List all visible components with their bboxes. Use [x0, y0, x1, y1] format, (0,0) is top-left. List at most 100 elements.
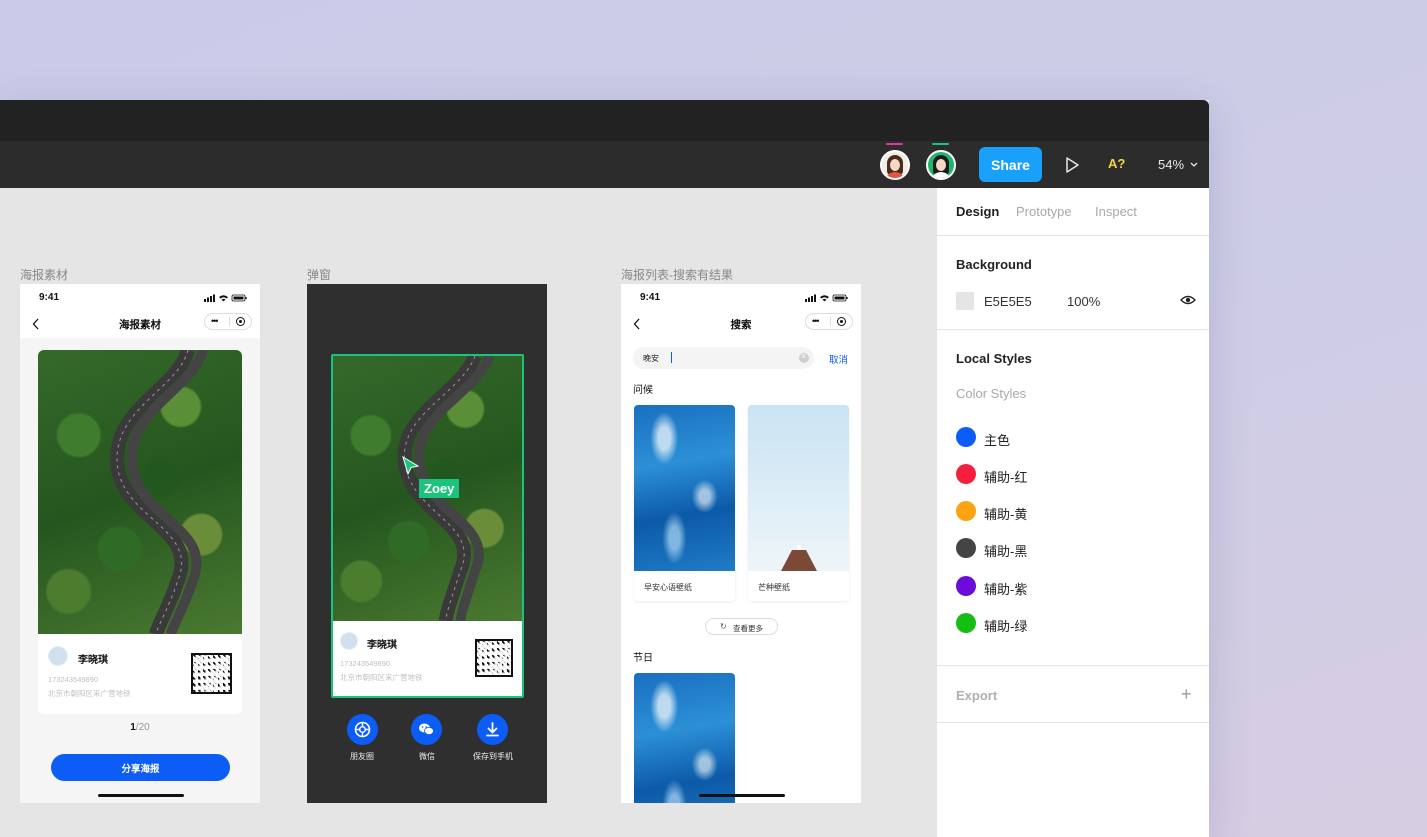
- background-section-title: Background: [956, 257, 1032, 272]
- eye-icon[interactable]: [1180, 294, 1196, 306]
- pager: 1/20: [20, 722, 260, 733]
- signal-wifi-battery-icon: [204, 294, 247, 302]
- color-style-label: 辅助-黑: [984, 544, 1028, 559]
- export-section-title[interactable]: Export: [956, 688, 997, 703]
- color-swatch: [956, 464, 976, 484]
- moments-label: 朋友圈: [350, 752, 374, 761]
- color-style-label: 主色: [984, 433, 1011, 448]
- more-icon[interactable]: •••: [211, 316, 219, 326]
- forest-road-image: [38, 350, 242, 634]
- search-value: 晚安: [643, 354, 659, 363]
- frame-popup[interactable]: 李晓琪 173243549890 北京市朝阳区来广营地铁 Zoey 朋友圈 微信…: [307, 284, 547, 803]
- qr-code: [191, 653, 232, 694]
- play-icon[interactable]: [1064, 156, 1080, 174]
- nav-bar: 搜索 •••: [621, 310, 861, 338]
- wechat-label: 微信: [419, 752, 435, 761]
- moments-icon[interactable]: [347, 714, 378, 745]
- pager-total: /20: [135, 722, 150, 733]
- add-export-icon[interactable]: +: [1181, 685, 1192, 703]
- clear-icon[interactable]: [799, 351, 809, 363]
- divider: [937, 329, 1209, 330]
- canvas[interactable]: 海报素材 9:41 海报素材 ••• 李晓琪 173243549890 北京市朝…: [0, 188, 936, 837]
- color-swatch: [956, 427, 976, 447]
- share-poster-button[interactable]: 分享海报: [51, 754, 230, 781]
- properties-panel: Design Prototype Inspect Background E5E5…: [936, 188, 1209, 837]
- background-hex-input[interactable]: E5E5E5: [984, 294, 1032, 309]
- wechat-icon[interactable]: [411, 714, 442, 745]
- mini-program-capsule[interactable]: •••: [805, 313, 853, 330]
- collaborator-avatar-1[interactable]: [880, 143, 910, 180]
- poster-card[interactable]: 李晓琪 173243549890 北京市朝阳区来广营地铁: [38, 350, 242, 714]
- ocean-wave-image: [634, 673, 735, 803]
- collaborator-cursor-label: Zoey: [419, 479, 460, 498]
- color-style-label: 辅助-紫: [984, 582, 1028, 597]
- section-title-holidays: 节日: [633, 653, 653, 664]
- download-icon[interactable]: [477, 714, 508, 745]
- home-indicator: [98, 794, 184, 797]
- frame-label-popup[interactable]: 弹窗: [307, 266, 331, 283]
- tab-prototype[interactable]: Prototype: [1016, 204, 1072, 219]
- user-address: 北京市朝阳区来广营地铁: [48, 689, 131, 698]
- local-styles-title: Local Styles: [956, 351, 1032, 366]
- collaborator-cursor-icon: [402, 456, 420, 476]
- tile-caption: 芒种壁纸: [758, 583, 790, 592]
- frame-search-results[interactable]: 9:41 搜索 ••• 晚安 × 取消 问候 早安心语壁纸 芒种壁纸 ↻ 查看更…: [621, 284, 861, 803]
- collaborator-avatar-2[interactable]: [926, 143, 956, 180]
- color-style-label: 辅助-红: [984, 470, 1028, 485]
- tile-caption: 早安心语壁纸: [644, 583, 692, 592]
- tab-inspect[interactable]: Inspect: [1095, 204, 1137, 219]
- share-button[interactable]: Share: [979, 147, 1042, 182]
- panel-tabs: Design Prototype Inspect: [937, 188, 1209, 236]
- view-more-button[interactable]: ↻ 查看更多: [705, 618, 778, 635]
- avatar: [880, 150, 910, 180]
- color-swatch: [956, 576, 976, 596]
- color-styles-subhead: Color Styles: [956, 386, 1027, 401]
- status-time: 9:41: [39, 292, 60, 303]
- user-avatar: [48, 646, 68, 666]
- user-phone: 173243549890: [340, 659, 391, 668]
- color-style-label: 辅助-黄: [984, 507, 1028, 522]
- avatar: [926, 150, 956, 180]
- search-input[interactable]: 晚安: [633, 347, 814, 369]
- divider: [937, 665, 1209, 666]
- user-phone: 173243549890: [48, 675, 99, 684]
- close-target-icon[interactable]: [837, 317, 846, 326]
- user-address: 北京市朝阳区来广营地铁: [340, 673, 423, 682]
- color-swatch: [956, 501, 976, 521]
- app-window: Share A? 54% 海报素材 9:41 海报素材 ••• 李晓琪 1732…: [0, 100, 1209, 837]
- accessibility-check-button[interactable]: A?: [1108, 156, 1125, 171]
- color-swatch: [956, 613, 976, 633]
- user-avatar: [340, 632, 358, 650]
- divider: [937, 722, 1209, 723]
- result-tile[interactable]: [634, 673, 735, 803]
- tab-design[interactable]: Design: [956, 204, 999, 219]
- frame-label-poster-material[interactable]: 海报素材: [20, 266, 68, 283]
- sky-pier-image: [748, 405, 849, 571]
- background-opacity-input[interactable]: 100%: [1067, 294, 1100, 309]
- zoom-level[interactable]: 54%: [1158, 157, 1184, 172]
- color-style-label: 辅助-绿: [984, 619, 1028, 634]
- chevron-down-icon[interactable]: [1189, 160, 1199, 170]
- refresh-icon: ↻: [720, 622, 727, 631]
- view-more-label: 查看更多: [733, 624, 763, 633]
- color-swatch: [956, 538, 976, 558]
- toolbar: Share A? 54%: [0, 141, 1209, 188]
- background-swatch[interactable]: [956, 292, 974, 310]
- text-caret: [671, 352, 672, 363]
- popup-poster-card[interactable]: 李晓琪 173243549890 北京市朝阳区来广营地铁: [331, 354, 524, 698]
- home-indicator: [699, 794, 785, 797]
- result-tile[interactable]: 早安心语壁纸: [634, 405, 735, 601]
- save-to-phone-label: 保存到手机: [473, 752, 513, 761]
- title-bar: [0, 100, 1209, 141]
- mini-program-capsule[interactable]: •••: [204, 313, 252, 330]
- qr-code: [475, 639, 513, 677]
- cancel-button[interactable]: 取消: [829, 352, 848, 366]
- more-icon[interactable]: •••: [812, 316, 820, 326]
- result-tile[interactable]: 芒种壁纸: [748, 405, 849, 601]
- status-time: 9:41: [640, 292, 661, 303]
- frame-label-search-results[interactable]: 海报列表-搜索有结果: [621, 266, 733, 283]
- close-target-icon[interactable]: [236, 317, 245, 326]
- section-title-greetings: 问候: [633, 385, 653, 396]
- status-bar: 9:41: [621, 284, 861, 310]
- frame-poster-material[interactable]: 9:41 海报素材 ••• 李晓琪 173243549890 北京市朝阳区来广营…: [20, 284, 260, 803]
